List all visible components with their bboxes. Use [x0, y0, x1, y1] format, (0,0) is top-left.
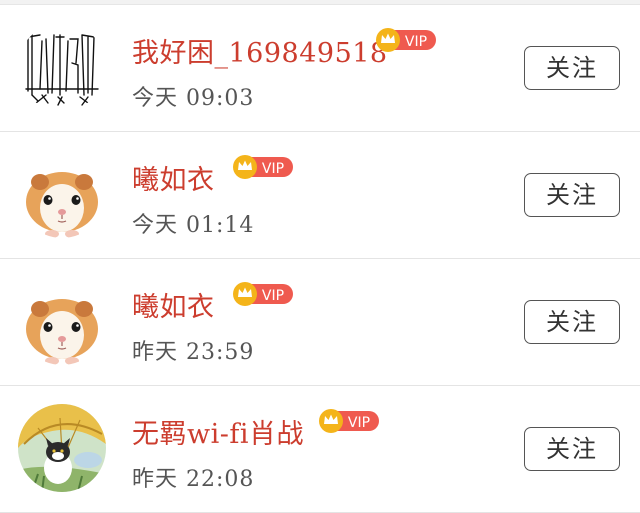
follow-button[interactable]: 关注: [524, 427, 620, 471]
list-item[interactable]: 曦如衣 VIP 昨天 23:59 关注: [0, 259, 640, 386]
avatar[interactable]: [18, 277, 106, 365]
timestamp: 昨天 22:08: [132, 467, 255, 492]
list-item[interactable]: 曦如衣 VIP 今天 01:14 关注: [0, 132, 640, 259]
avatar[interactable]: [18, 23, 106, 111]
follow-button[interactable]: 关注: [524, 173, 620, 217]
vip-badge-label: VIP: [262, 161, 284, 177]
vip-badge-label: VIP: [262, 288, 284, 304]
vip-badge-label: VIP: [405, 34, 427, 50]
follow-button[interactable]: 关注: [524, 300, 620, 344]
username[interactable]: 我好困_169849518: [132, 31, 388, 70]
username[interactable]: 曦如衣: [132, 285, 215, 324]
cat-umbrella-icon: [18, 404, 106, 492]
list-item[interactable]: 无羁wi-fi肖战 VIP 昨天 22:08 关注: [0, 386, 640, 513]
vip-badge: VIP: [233, 281, 295, 307]
sketch-drawing-icon: [18, 23, 106, 111]
avatar[interactable]: [18, 404, 106, 492]
follow-button[interactable]: 关注: [524, 46, 620, 90]
avatar[interactable]: [18, 150, 106, 238]
list-item[interactable]: 我好困_169849518 VIP 今天 09:03 关注: [0, 5, 640, 132]
username[interactable]: 无羁wi-fi肖战: [132, 412, 304, 451]
follow-list: 我好困_169849518 VIP 今天 09:03 关注 曦如衣 VIP 今天…: [0, 5, 640, 513]
username[interactable]: 曦如衣: [132, 158, 215, 197]
guinea-pig-icon: [18, 277, 106, 365]
timestamp: 今天 01:14: [132, 213, 255, 238]
timestamp: 昨天 23:59: [132, 340, 255, 365]
vip-badge: VIP: [319, 408, 381, 434]
vip-badge: VIP: [376, 27, 438, 53]
vip-badge-label: VIP: [348, 415, 370, 431]
vip-badge: VIP: [233, 154, 295, 180]
guinea-pig-icon: [18, 150, 106, 238]
timestamp: 今天 09:03: [132, 86, 255, 111]
